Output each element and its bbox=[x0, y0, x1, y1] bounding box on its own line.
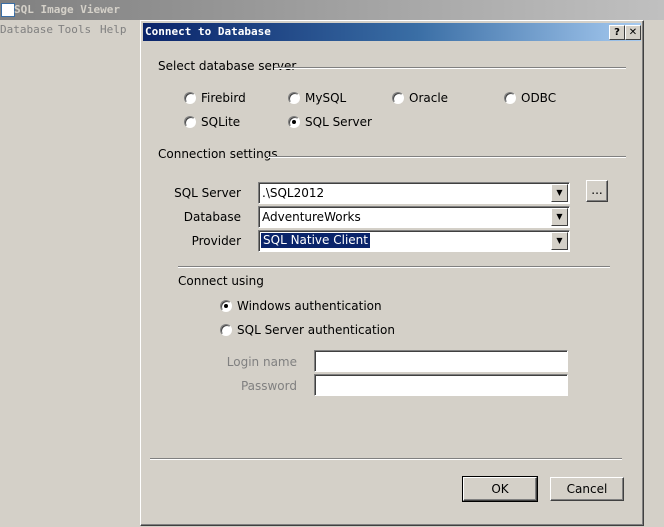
radio-sql-server[interactable]: SQL Server bbox=[288, 115, 372, 129]
radio-firebird-label: Firebird bbox=[201, 91, 246, 105]
provider-value: SQL Native Client bbox=[261, 233, 370, 248]
main-titlebar: SQL Image Viewer bbox=[0, 0, 664, 20]
radio-sql-auth-indicator bbox=[220, 324, 232, 336]
menu-help[interactable]: Help bbox=[100, 23, 127, 36]
connect-using-divider bbox=[178, 266, 610, 268]
dialog-title: Connect to Database bbox=[145, 25, 271, 38]
database-combo[interactable]: AdventureWorks ▼ bbox=[258, 206, 570, 228]
radio-mysql-label: MySQL bbox=[305, 91, 347, 105]
button-row-divider bbox=[150, 458, 622, 460]
password-input[interactable] bbox=[314, 374, 568, 396]
cancel-button[interactable]: Cancel bbox=[550, 477, 624, 501]
login-name-input[interactable] bbox=[314, 350, 568, 372]
radio-mysql-indicator bbox=[288, 92, 300, 104]
radio-firebird-indicator bbox=[184, 92, 196, 104]
app-icon bbox=[1, 3, 15, 17]
radio-windows-auth-label: Windows authentication bbox=[237, 299, 382, 313]
password-label: Password bbox=[240, 379, 297, 393]
radio-odbc-indicator bbox=[504, 92, 516, 104]
radio-windows-auth[interactable]: Windows authentication bbox=[220, 299, 382, 313]
browse-server-button[interactable]: ... bbox=[586, 180, 608, 202]
sql-server-combo[interactable]: .\SQL2012 ▼ bbox=[258, 182, 570, 204]
radio-sql-server-label: SQL Server bbox=[305, 115, 372, 129]
radio-sqlite-indicator bbox=[184, 116, 196, 128]
radio-odbc-label: ODBC bbox=[521, 91, 557, 105]
server-group-label: Select database server bbox=[158, 59, 297, 73]
radio-windows-auth-indicator bbox=[220, 300, 232, 312]
database-value: AdventureWorks bbox=[262, 210, 361, 224]
menu-tools[interactable]: Tools bbox=[58, 23, 91, 36]
provider-label: Provider bbox=[191, 234, 241, 248]
help-button[interactable]: ? bbox=[609, 25, 625, 40]
app-title: SQL Image Viewer bbox=[14, 3, 120, 16]
login-name-label: Login name bbox=[226, 355, 297, 369]
radio-sql-auth[interactable]: SQL Server authentication bbox=[220, 323, 395, 337]
radio-oracle-label: Oracle bbox=[409, 91, 449, 105]
radio-oracle[interactable]: Oracle bbox=[392, 91, 448, 105]
database-dropdown-arrow-icon[interactable]: ▼ bbox=[551, 208, 568, 226]
server-group-divider bbox=[274, 67, 626, 69]
connect-dialog: Connect to Database ? ✕ Select database … bbox=[140, 20, 644, 526]
radio-sql-server-indicator bbox=[288, 116, 300, 128]
radio-odbc[interactable]: ODBC bbox=[504, 91, 556, 105]
sql-server-value: .\SQL2012 bbox=[262, 186, 325, 200]
provider-dropdown-arrow-icon[interactable]: ▼ bbox=[551, 232, 568, 250]
radio-oracle-indicator bbox=[392, 92, 404, 104]
connection-group-divider bbox=[268, 156, 626, 158]
close-button[interactable]: ✕ bbox=[625, 25, 641, 40]
ok-button[interactable]: OK bbox=[462, 476, 538, 502]
radio-firebird[interactable]: Firebird bbox=[184, 91, 246, 105]
menu-database[interactable]: Database bbox=[0, 23, 53, 36]
radio-sqlite-label: SQLite bbox=[201, 115, 241, 129]
sql-server-label: SQL Server bbox=[174, 186, 241, 200]
connect-using-label: Connect using bbox=[178, 274, 264, 288]
database-label: Database bbox=[183, 210, 241, 224]
connection-group-label: Connection settings bbox=[158, 147, 278, 161]
radio-mysql[interactable]: MySQL bbox=[288, 91, 346, 105]
sql-server-dropdown-arrow-icon[interactable]: ▼ bbox=[551, 184, 568, 202]
main-content-area bbox=[0, 40, 138, 527]
dialog-titlebar: Connect to Database ? ✕ bbox=[143, 23, 641, 41]
radio-sql-auth-label: SQL Server authentication bbox=[237, 323, 395, 337]
provider-combo[interactable]: SQL Native Client ▼ bbox=[258, 230, 570, 252]
radio-sqlite[interactable]: SQLite bbox=[184, 115, 240, 129]
